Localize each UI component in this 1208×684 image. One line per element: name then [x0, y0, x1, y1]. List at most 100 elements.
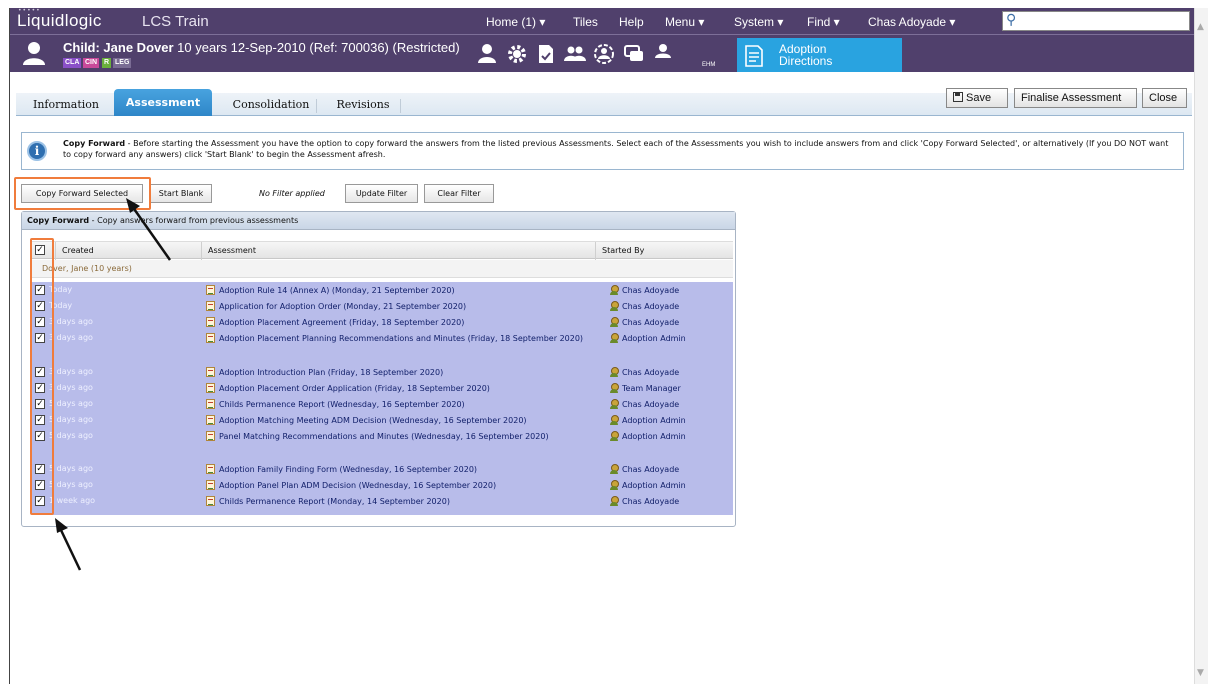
ehm-person-icon[interactable]: [652, 43, 674, 65]
nav-system[interactable]: System ▾: [734, 15, 783, 29]
annotation-arrow-icon: [55, 518, 82, 571]
tab-assessment[interactable]: Assessment: [114, 89, 212, 116]
started-by-cell: Chas Adoyade: [609, 464, 679, 475]
user-icon: [609, 367, 619, 377]
person-icon[interactable]: [476, 43, 498, 65]
nav-user-menu[interactable]: Chas Adoyade ▾: [868, 15, 955, 29]
user-icon: [609, 480, 619, 490]
created-cell: 5 days ago: [49, 415, 93, 424]
tab-consolidation[interactable]: Consolidation: [225, 93, 317, 116]
assessment-cell[interactable]: Adoption Family Finding Form (Wednesday,…: [206, 464, 596, 475]
assessment-link[interactable]: Adoption Placement Planning Recommendati…: [219, 334, 583, 343]
started-by-cell: Chas Adoyade: [609, 367, 679, 378]
assessment-cell[interactable]: Panel Matching Recommendations and Minut…: [206, 431, 596, 442]
created-cell: 1 week ago: [49, 496, 96, 505]
assessments-table: ✓ Created Assessment Started By Dover, J…: [32, 241, 733, 523]
child-title: Child: Jane Dover 10 years 12-Sep-2010 (…: [63, 40, 460, 55]
filter-status: No Filter applied: [259, 189, 325, 198]
user-icon: [609, 399, 619, 409]
app-name: LCS Train: [142, 13, 209, 30]
form-icon: [206, 415, 215, 425]
started-by-name: Team Manager: [622, 384, 681, 393]
assessment-link[interactable]: Adoption Placement Order Application (Fr…: [219, 384, 490, 393]
ehm-label: EHM: [702, 62, 716, 68]
chat-icon[interactable]: [623, 43, 645, 65]
started-by-name: Chas Adoyade: [622, 400, 680, 409]
form-icon: [206, 431, 215, 441]
gear-icon[interactable]: [506, 43, 528, 65]
screen: { "topbar": { "brand": "Liquidlogic", "a…: [0, 0, 1208, 684]
nav-help[interactable]: Help: [619, 15, 644, 29]
started-by-cell: Chas Adoyade: [609, 399, 679, 410]
assessment-link[interactable]: Adoption Matching Meeting ADM Decision (…: [219, 416, 527, 425]
assessment-cell[interactable]: Application for Adoption Order (Monday, …: [206, 301, 596, 312]
column-started-by[interactable]: Started By: [596, 242, 733, 260]
assessment-link[interactable]: Adoption Rule 14 (Annex A) (Monday, 21 S…: [219, 286, 455, 295]
user-icon: [609, 415, 619, 425]
assessment-link[interactable]: Application for Adoption Order (Monday, …: [219, 302, 466, 311]
assessment-cell[interactable]: Adoption Placement Order Application (Fr…: [206, 383, 596, 394]
scroll-up-icon[interactable]: ▲: [1197, 22, 1204, 32]
started-by-cell: Chas Adoyade: [609, 496, 679, 507]
assessment-cell[interactable]: Childs Permanence Report (Wednesday, 16 …: [206, 399, 596, 410]
nav-tiles[interactable]: Tiles: [573, 15, 598, 29]
child-name: Child: Jane Dover: [63, 40, 174, 55]
started-by-name: Adoption Admin: [622, 334, 686, 343]
started-by-name: Chas Adoyade: [622, 465, 680, 474]
assessment-link[interactable]: Adoption Placement Agreement (Friday, 18…: [219, 318, 464, 327]
notes-icon: [745, 45, 763, 67]
top-nav-bar: ••••• Liquidlogic LCS Train Home (1) ▾ T…: [10, 8, 1194, 34]
started-by-name: Adoption Admin: [622, 432, 686, 441]
started-by-cell: Team Manager: [609, 383, 681, 394]
save-button[interactable]: Save: [946, 88, 1008, 108]
adoption-directions-tile[interactable]: Adoption Directions: [737, 38, 902, 73]
assessment-link[interactable]: Adoption Family Finding Form (Wednesday,…: [219, 465, 477, 474]
created-cell: 5 days ago: [49, 464, 93, 473]
assessment-cell[interactable]: Adoption Panel Plan ADM Decision (Wednes…: [206, 480, 596, 491]
form-icon: [206, 301, 215, 311]
tile-label: Adoption Directions: [779, 43, 869, 67]
assessment-cell[interactable]: Adoption Placement Planning Recommendati…: [206, 333, 596, 344]
assessment-cell[interactable]: Adoption Placement Agreement (Friday, 18…: [206, 317, 596, 328]
tab-information[interactable]: Information: [20, 93, 112, 116]
document-icon[interactable]: [535, 43, 557, 65]
contact-icon[interactable]: [593, 43, 615, 65]
created-cell: 3 days ago: [49, 333, 93, 342]
assessment-cell[interactable]: Adoption Matching Meeting ADM Decision (…: [206, 415, 596, 426]
assessment-link[interactable]: Adoption Introduction Plan (Friday, 18 S…: [219, 368, 443, 377]
child-header: Child: Jane Dover 10 years 12-Sep-2010 (…: [10, 34, 1194, 73]
info-body: - Before starting the Assessment you hav…: [63, 139, 1169, 159]
user-icon: [609, 301, 619, 311]
save-label: Save: [966, 92, 992, 104]
tab-revisions[interactable]: Revisions: [326, 93, 400, 116]
assessment-cell[interactable]: Adoption Introduction Plan (Friday, 18 S…: [206, 367, 596, 378]
nav-menu[interactable]: Menu ▾: [665, 15, 704, 29]
assessment-cell[interactable]: Adoption Rule 14 (Annex A) (Monday, 21 S…: [206, 285, 596, 296]
assessment-link[interactable]: Childs Permanence Report (Monday, 14 Sep…: [219, 497, 450, 506]
assessment-link[interactable]: Panel Matching Recommendations and Minut…: [219, 432, 549, 441]
form-icon: [206, 480, 215, 490]
close-button[interactable]: Close: [1142, 88, 1187, 108]
info-text: Copy Forward - Before starting the Asses…: [63, 138, 1178, 160]
assessment-cell[interactable]: Childs Permanence Report (Monday, 14 Sep…: [206, 496, 596, 507]
form-icon: [206, 285, 215, 295]
user-icon: [609, 431, 619, 441]
group-icon[interactable]: [564, 43, 586, 65]
assessment-link[interactable]: Childs Permanence Report (Wednesday, 16 …: [219, 400, 465, 409]
brand-logo[interactable]: Liquidlogic: [17, 11, 102, 31]
started-by-name: Chas Adoyade: [622, 302, 680, 311]
finalise-assessment-button[interactable]: Finalise Assessment: [1014, 88, 1137, 108]
column-assessment[interactable]: Assessment: [202, 242, 596, 260]
clear-filter-button[interactable]: Clear Filter: [424, 184, 494, 203]
nav-find[interactable]: Find ▾: [807, 15, 840, 29]
badge-cin: CIN: [83, 58, 100, 68]
search-input[interactable]: ⚲: [1002, 11, 1190, 31]
nav-home[interactable]: Home (1) ▾: [486, 15, 545, 29]
scroll-down-icon[interactable]: ▼: [1197, 668, 1204, 678]
form-icon: [206, 333, 215, 343]
assessment-link[interactable]: Adoption Panel Plan ADM Decision (Wednes…: [219, 481, 496, 490]
tile-label-line2: Directions: [779, 54, 833, 68]
form-icon: [206, 367, 215, 377]
update-filter-button[interactable]: Update Filter: [345, 184, 418, 203]
page-scrollbar[interactable]: ▲ ▼: [1194, 8, 1208, 684]
